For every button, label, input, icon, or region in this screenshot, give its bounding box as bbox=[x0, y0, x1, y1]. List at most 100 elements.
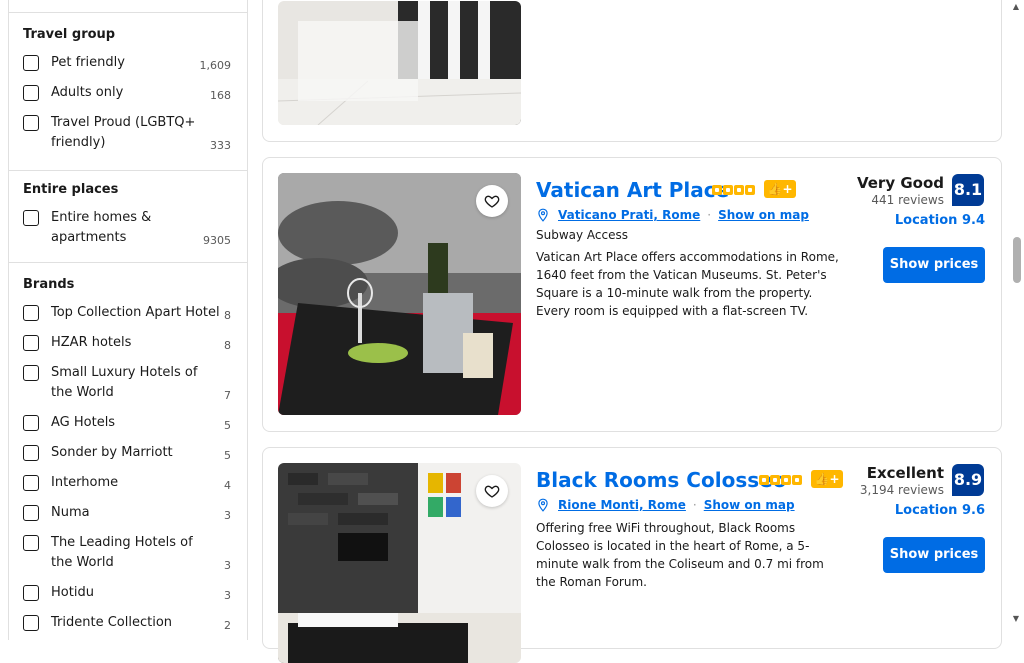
checkbox[interactable] bbox=[23, 55, 39, 71]
checkbox[interactable] bbox=[23, 210, 39, 226]
checkbox[interactable] bbox=[23, 365, 39, 381]
scroll-up-icon[interactable]: ▲ bbox=[1011, 3, 1021, 11]
filter-count: 3 bbox=[224, 589, 231, 602]
location-link[interactable]: Vaticano Prati, Rome bbox=[558, 208, 700, 222]
filter-brand[interactable]: Small Luxury Hotels of the World 7 bbox=[23, 363, 233, 405]
filter-label: Hotidu bbox=[51, 585, 94, 600]
filter-label: Sonder by Marriott bbox=[51, 445, 173, 460]
property-card: Vatican Art Place 👍+ Vaticano Prati, Rom… bbox=[262, 157, 1002, 432]
filter-travel-proud[interactable]: Travel Proud (LGBTQ+ friendly) 333 bbox=[23, 113, 233, 155]
subway-access: Subway Access bbox=[536, 228, 629, 242]
filter-brand[interactable]: HZAR hotels 8 bbox=[23, 333, 233, 355]
checkbox[interactable] bbox=[23, 85, 39, 101]
filter-count: 8 bbox=[224, 309, 231, 322]
checkbox[interactable] bbox=[23, 535, 39, 551]
filter-count: 2 bbox=[224, 619, 231, 632]
property-photo[interactable] bbox=[278, 1, 521, 125]
photo-marble-interior bbox=[278, 1, 521, 125]
heart-icon bbox=[484, 195, 500, 208]
checkbox[interactable] bbox=[23, 475, 39, 491]
filter-brand[interactable]: Hotidu 3 bbox=[23, 583, 233, 605]
filter-pet-friendly[interactable]: Pet friendly 1,609 bbox=[23, 53, 233, 75]
review-score-badge[interactable]: 8.9 bbox=[952, 464, 984, 496]
filter-adults-only[interactable]: Adults only 168 bbox=[23, 83, 233, 105]
filter-label: Pet friendly bbox=[51, 55, 125, 70]
filter-brand[interactable]: The Leading Hotels of the World 3 bbox=[23, 533, 233, 575]
property-title-link[interactable]: Vatican Art Place bbox=[536, 178, 729, 202]
filter-brand[interactable]: AG Hotels 5 bbox=[23, 413, 233, 435]
checkbox[interactable] bbox=[23, 415, 39, 431]
filter-heading-brands: Brands bbox=[23, 277, 75, 292]
filter-count: 1,609 bbox=[199, 59, 232, 72]
review-score-badge[interactable]: 8.1 bbox=[952, 174, 984, 206]
checkbox[interactable] bbox=[23, 445, 39, 461]
filter-count: 7 bbox=[224, 389, 231, 402]
divider bbox=[9, 262, 247, 263]
star-icon bbox=[712, 185, 722, 195]
filter-count: 333 bbox=[210, 139, 231, 152]
filter-brand[interactable]: Tridente Collection 2 bbox=[23, 613, 233, 635]
heart-icon bbox=[484, 485, 500, 498]
separator-dot: · bbox=[707, 208, 712, 222]
filter-brand[interactable]: Top Collection Apart Hotel 8 bbox=[23, 303, 233, 325]
property-title-link[interactable]: Black Rooms Colosseo bbox=[536, 468, 786, 492]
filter-count: 3 bbox=[224, 509, 231, 522]
filter-label: HZAR hotels bbox=[51, 335, 132, 350]
filter-label: Interhome bbox=[51, 475, 119, 490]
filter-brand[interactable]: Numa 3 bbox=[23, 503, 233, 525]
review-count: 441 reviews bbox=[871, 193, 944, 207]
filter-label: Top Collection Apart Hotel bbox=[51, 305, 220, 320]
star-icon bbox=[759, 475, 769, 485]
star-rating bbox=[712, 185, 755, 195]
property-description: Vatican Art Place offers accommodations … bbox=[536, 250, 839, 318]
save-heart-button[interactable] bbox=[476, 475, 508, 507]
show-on-map-link[interactable]: Show on map bbox=[704, 498, 795, 512]
save-heart-button[interactable] bbox=[476, 185, 508, 217]
star-icon bbox=[723, 185, 733, 195]
filter-label: Adults only bbox=[51, 85, 124, 100]
location-link[interactable]: Rione Monti, Rome bbox=[558, 498, 686, 512]
checkbox[interactable] bbox=[23, 585, 39, 601]
filter-count: 9305 bbox=[203, 234, 231, 247]
review-word: Excellent bbox=[866, 464, 944, 482]
filter-brand[interactable]: Interhome 4 bbox=[23, 473, 233, 495]
location-score: Location 9.6 bbox=[894, 503, 985, 518]
star-icon bbox=[734, 185, 744, 195]
show-on-map-link[interactable]: Show on map bbox=[718, 208, 809, 222]
filter-label: Small Luxury Hotels of the World bbox=[51, 365, 198, 400]
filter-count: 8 bbox=[224, 339, 231, 352]
filter-count: 5 bbox=[224, 419, 231, 432]
star-icon bbox=[792, 475, 802, 485]
checkbox[interactable] bbox=[23, 305, 39, 321]
location-score: Location 9.4 bbox=[894, 213, 985, 228]
checkbox[interactable] bbox=[23, 505, 39, 521]
divider bbox=[9, 170, 247, 171]
star-icon bbox=[781, 475, 791, 485]
show-prices-button[interactable]: Show prices bbox=[883, 247, 985, 283]
map-pin-icon bbox=[538, 208, 548, 222]
scrollbar-thumb[interactable] bbox=[1013, 237, 1021, 283]
property-card: Black Rooms Colosseo 👍+ Rione Monti, Rom… bbox=[262, 447, 1002, 663]
separator-dot: · bbox=[692, 498, 697, 512]
filter-count: 4 bbox=[224, 479, 231, 492]
scroll-down-icon[interactable]: ▼ bbox=[1011, 615, 1021, 623]
checkbox[interactable] bbox=[23, 115, 39, 131]
star-icon bbox=[770, 475, 780, 485]
filter-brand[interactable]: Sonder by Marriott 5 bbox=[23, 443, 233, 465]
thumbs-up-plus-icon: 👍+ bbox=[811, 470, 843, 488]
filter-label: AG Hotels bbox=[51, 415, 116, 430]
filter-label: Numa bbox=[51, 505, 90, 520]
filter-label: The Leading Hotels of the World bbox=[51, 535, 193, 570]
checkbox[interactable] bbox=[23, 335, 39, 351]
filter-count: 5 bbox=[224, 449, 231, 462]
property-card bbox=[262, 0, 1002, 142]
filter-label: Entire homes & apartments bbox=[51, 210, 152, 245]
star-rating bbox=[759, 475, 802, 485]
page-scrollbar[interactable]: ▲ ▼ bbox=[1008, 0, 1024, 629]
star-icon bbox=[745, 185, 755, 195]
map-pin-icon bbox=[538, 498, 548, 512]
property-description: Offering free WiFi throughout, Black Roo… bbox=[536, 521, 824, 589]
filter-entire-homes[interactable]: Entire homes & apartments 9305 bbox=[23, 208, 233, 250]
show-prices-button[interactable]: Show prices bbox=[883, 537, 985, 573]
filter-count: 3 bbox=[224, 559, 231, 572]
